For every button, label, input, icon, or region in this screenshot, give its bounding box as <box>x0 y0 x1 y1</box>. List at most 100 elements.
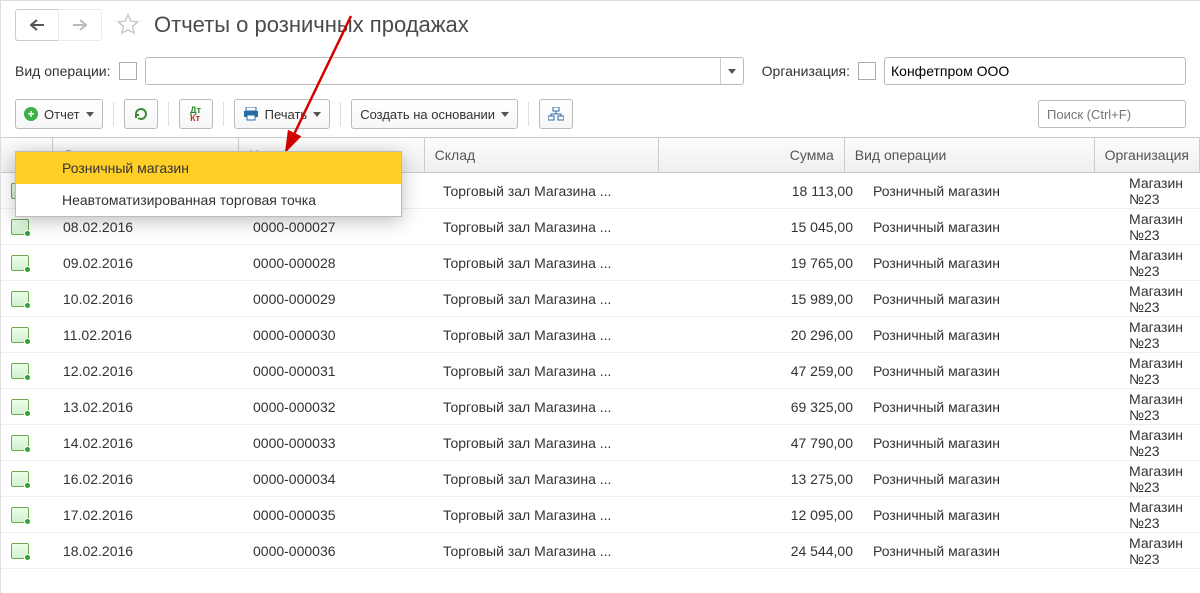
dropdown-item-non-automated[interactable]: Неавтоматизированная торговая точка <box>16 184 401 216</box>
chevron-down-icon <box>86 112 94 117</box>
filter-operation-input[interactable] <box>146 58 720 84</box>
chevron-down-icon <box>501 112 509 117</box>
dropdown-item-label: Неавтоматизированная торговая точка <box>62 192 316 208</box>
structure-icon <box>548 107 564 121</box>
cell-date: 16.02.2016 <box>53 471 243 487</box>
report-button[interactable]: + Отчет <box>15 99 103 129</box>
table-row[interactable]: 12.02.20160000-000031Торговый зал Магази… <box>1 353 1200 389</box>
filter-operation-dropdown[interactable] <box>720 58 743 84</box>
document-icon <box>11 219 29 235</box>
cell-sum: 18 113,00 <box>673 183 863 199</box>
create-based-label: Создать на основании <box>360 107 495 122</box>
cell-organization: Магазин №23 <box>1119 391 1200 423</box>
document-icon <box>11 291 29 307</box>
cell-warehouse: Торговый зал Магазина ... <box>433 543 673 559</box>
structure-button[interactable] <box>539 99 573 129</box>
star-icon <box>116 13 140 37</box>
cell-date: 14.02.2016 <box>53 435 243 451</box>
document-icon <box>11 507 29 523</box>
cell-date: 18.02.2016 <box>53 543 243 559</box>
page-title: Отчеты о розничных продажах <box>154 12 469 38</box>
cell-operation: Розничный магазин <box>863 435 1119 451</box>
cell-number: 0000-000029 <box>243 291 433 307</box>
cell-operation: Розничный магазин <box>863 219 1119 235</box>
cell-warehouse: Торговый зал Магазина ... <box>433 219 673 235</box>
table-row[interactable]: 16.02.20160000-000034Торговый зал Магази… <box>1 461 1200 497</box>
create-based-button[interactable]: Создать на основании <box>351 99 518 129</box>
table-row[interactable]: 11.02.20160000-000030Торговый зал Магази… <box>1 317 1200 353</box>
cell-organization: Магазин №23 <box>1119 535 1200 567</box>
cell-warehouse: Торговый зал Магазина ... <box>433 183 673 199</box>
cell-warehouse: Торговый зал Магазина ... <box>433 471 673 487</box>
search-input[interactable] <box>1038 100 1186 128</box>
cell-number: 0000-000032 <box>243 399 433 415</box>
favorite-toggle[interactable] <box>114 11 142 39</box>
document-icon <box>11 399 29 415</box>
cell-number: 0000-000035 <box>243 507 433 523</box>
filter-org-input[interactable] <box>885 58 1185 84</box>
cell-warehouse: Торговый зал Магазина ... <box>433 291 673 307</box>
table-row[interactable]: 18.02.20160000-000036Торговый зал Магази… <box>1 533 1200 569</box>
arrow-right-icon <box>73 19 87 31</box>
cell-number: 0000-000030 <box>243 327 433 343</box>
separator <box>528 102 529 126</box>
cell-sum: 47 259,00 <box>673 363 863 379</box>
document-icon <box>11 327 29 343</box>
report-type-dropdown: Розничный магазин Неавтоматизированная т… <box>15 151 402 217</box>
cell-organization: Магазин №23 <box>1119 211 1200 243</box>
cell-organization: Магазин №23 <box>1119 463 1200 495</box>
table-row[interactable]: 10.02.20160000-000029Торговый зал Магази… <box>1 281 1200 317</box>
col-organization[interactable]: Организация <box>1095 138 1200 172</box>
chevron-down-icon <box>313 112 321 117</box>
dtkt-button[interactable]: ДтКт <box>179 99 213 129</box>
filter-operation-combo[interactable] <box>145 57 744 85</box>
refresh-icon <box>133 106 149 122</box>
dropdown-item-retail-store[interactable]: Розничный магазин <box>16 152 401 184</box>
cell-date: 12.02.2016 <box>53 363 243 379</box>
cell-operation: Розничный магазин <box>863 543 1119 559</box>
dtkt-icon: ДтКт <box>190 106 201 122</box>
cell-sum: 15 045,00 <box>673 219 863 235</box>
cell-date: 17.02.2016 <box>53 507 243 523</box>
cell-operation: Розничный магазин <box>863 327 1119 343</box>
cell-sum: 13 275,00 <box>673 471 863 487</box>
cell-number: 0000-000031 <box>243 363 433 379</box>
cell-number: 0000-000034 <box>243 471 433 487</box>
table-row[interactable]: 13.02.20160000-000032Торговый зал Магази… <box>1 389 1200 425</box>
cell-sum: 24 544,00 <box>673 543 863 559</box>
cell-warehouse: Торговый зал Магазина ... <box>433 363 673 379</box>
filter-operation-label: Вид операции: <box>15 63 111 79</box>
cell-warehouse: Торговый зал Магазина ... <box>433 327 673 343</box>
col-warehouse[interactable]: Склад <box>425 138 659 172</box>
cell-date: 08.02.2016 <box>53 219 243 235</box>
cell-operation: Розничный магазин <box>863 399 1119 415</box>
nav-forward-button[interactable] <box>58 9 102 41</box>
dropdown-item-label: Розничный магазин <box>62 160 189 176</box>
table-row[interactable]: 14.02.20160000-000033Торговый зал Магази… <box>1 425 1200 461</box>
print-button-label: Печать <box>265 107 308 122</box>
cell-date: 13.02.2016 <box>53 399 243 415</box>
nav-back-button[interactable] <box>15 9 58 41</box>
print-button[interactable]: Печать <box>234 99 331 129</box>
cell-number: 0000-000027 <box>243 219 433 235</box>
cell-sum: 69 325,00 <box>673 399 863 415</box>
filter-operation-checkbox[interactable] <box>119 62 137 80</box>
separator <box>168 102 169 126</box>
table-row[interactable]: 09.02.20160000-000028Торговый зал Магази… <box>1 245 1200 281</box>
document-icon <box>11 363 29 379</box>
refresh-button[interactable] <box>124 99 158 129</box>
cell-operation: Розничный магазин <box>863 507 1119 523</box>
filter-org-combo[interactable] <box>884 57 1186 85</box>
cell-date: 10.02.2016 <box>53 291 243 307</box>
table-row[interactable]: 17.02.20160000-000035Торговый зал Магази… <box>1 497 1200 533</box>
separator <box>340 102 341 126</box>
cell-organization: Магазин №23 <box>1119 427 1200 459</box>
col-sum[interactable]: Сумма <box>659 138 845 172</box>
chevron-down-icon <box>728 69 736 74</box>
cell-organization: Магазин №23 <box>1119 319 1200 351</box>
filter-org-checkbox[interactable] <box>858 62 876 80</box>
col-operation[interactable]: Вид операции <box>845 138 1095 172</box>
cell-warehouse: Торговый зал Магазина ... <box>433 255 673 271</box>
cell-organization: Магазин №23 <box>1119 283 1200 315</box>
cell-organization: Магазин №23 <box>1119 499 1200 531</box>
